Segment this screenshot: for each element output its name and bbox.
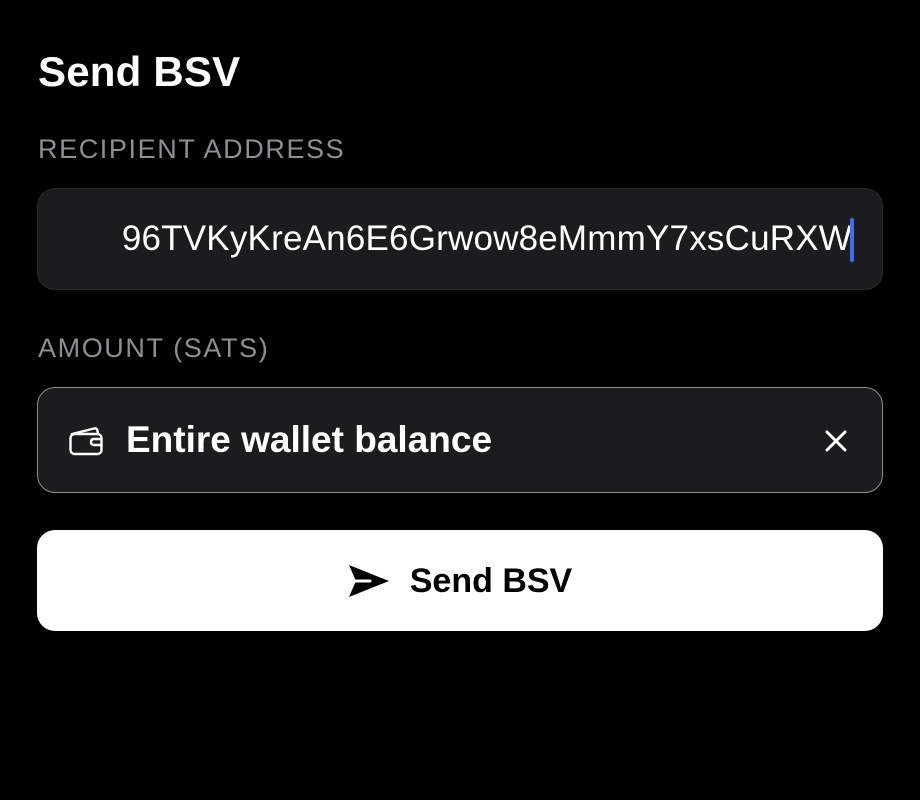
recipient-address-value: 96TVKyKreAn6E6Grwow8eMmmY7xsCuRXW bbox=[121, 219, 852, 258]
send-icon bbox=[348, 564, 389, 597]
wallet-icon bbox=[69, 427, 103, 456]
recipient-address-input[interactable]: 96TVKyKreAn6E6Grwow8eMmmY7xsCuRXW bbox=[37, 188, 883, 290]
send-button-label: Send BSV bbox=[409, 561, 573, 600]
amount-label: AMOUNT (SATS) bbox=[38, 333, 270, 363]
text-caret bbox=[850, 218, 854, 262]
recipient-address-label: RECIPIENT ADDRESS bbox=[38, 134, 346, 164]
close-icon bbox=[825, 430, 847, 452]
amount-value: Entire wallet balance bbox=[126, 419, 493, 460]
clear-amount-button[interactable] bbox=[816, 421, 856, 461]
amount-input[interactable]: Entire wallet balance bbox=[37, 387, 883, 493]
send-bsv-button[interactable]: Send BSV bbox=[37, 530, 883, 631]
page-title: Send BSV bbox=[38, 48, 241, 95]
